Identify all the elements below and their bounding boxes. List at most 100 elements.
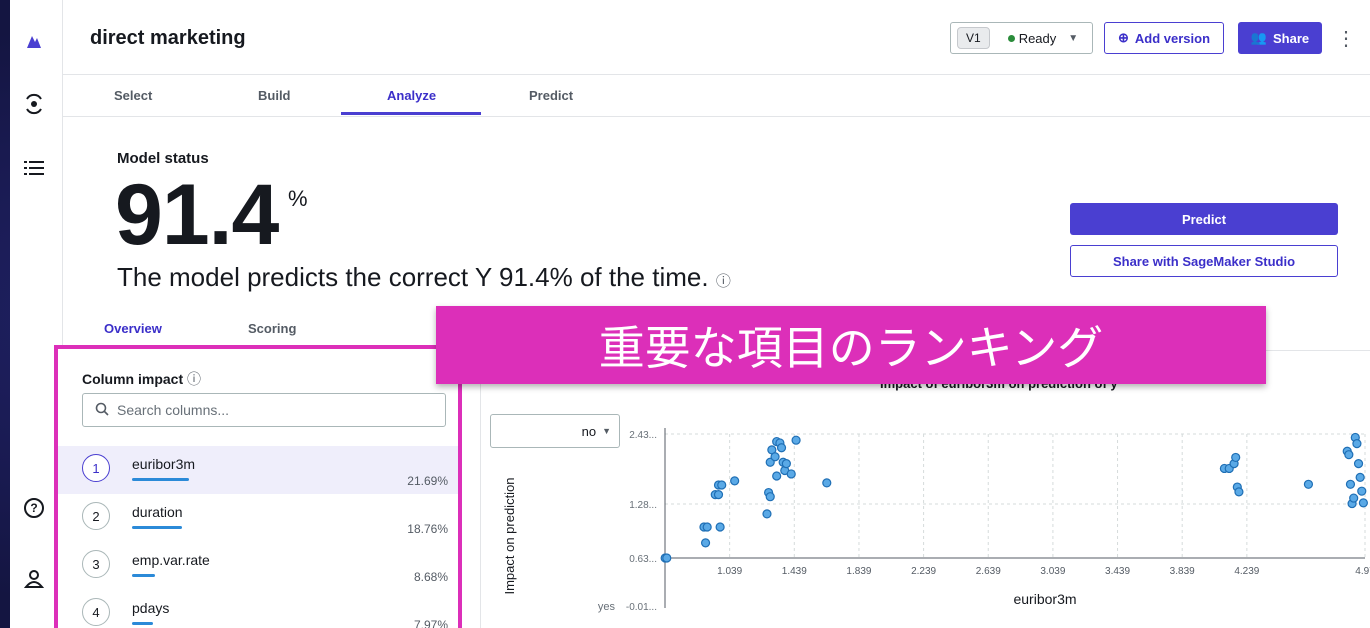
list-icon[interactable] xyxy=(20,154,48,182)
data-point xyxy=(1352,439,1362,449)
people-icon: 👥 xyxy=(1250,30,1268,45)
share-label: Share xyxy=(1273,30,1310,46)
data-point xyxy=(1353,459,1364,469)
data-point xyxy=(1303,479,1314,489)
impact-bar xyxy=(132,526,182,529)
y-axis-label: Impact on prediction xyxy=(502,477,517,594)
add-version-button[interactable]: ⊕ Add version xyxy=(1104,22,1224,54)
user-icon[interactable] xyxy=(20,565,48,593)
y-class-label: yes xyxy=(598,601,616,613)
plus-circle-icon: ⊕ xyxy=(1117,30,1129,45)
x-tick-label: 3.039 xyxy=(1040,566,1065,577)
impact-scatter-plot: 1.039 1.439 1.839 2.239 2.639 3.039 3.439 3.839… xyxy=(502,428,1370,613)
y-tick-label: 1.28... xyxy=(629,500,657,511)
impact-bar xyxy=(132,478,189,481)
search-placeholder: Search columns... xyxy=(117,402,230,418)
column-impact-panel: Column impact ⓘ Search columns... 1 eurib… xyxy=(54,345,462,628)
impact-bar xyxy=(132,574,155,577)
x-tick-label: 1.439 xyxy=(782,566,807,577)
x-tick-label: 4.239 xyxy=(1234,566,1259,577)
x-tick-label: 2.639 xyxy=(976,566,1001,577)
status-dot-icon xyxy=(1007,34,1015,42)
help-icon[interactable]: ? xyxy=(20,494,48,522)
impact-percent: 21.69% xyxy=(407,474,448,488)
x-tick-label: 4.97 xyxy=(1355,566,1370,577)
search-input[interactable]: Search columns... xyxy=(82,393,446,427)
tab-scoring[interactable]: Scoring xyxy=(248,321,296,336)
tab-overview[interactable]: Overview xyxy=(104,321,162,336)
x-tick-label: 2.239 xyxy=(911,566,936,577)
column-impact-row[interactable]: 1 euribor3m 21.69% xyxy=(58,446,458,494)
search-icon xyxy=(95,402,109,419)
svg-text:?: ? xyxy=(30,501,37,515)
data-point xyxy=(776,443,787,453)
x-tick-label: 3.839 xyxy=(1170,566,1195,577)
app-window: ? direct marketing V1 Ready ▼ ⊕ Add vers… xyxy=(10,0,1370,628)
x-tick-label: 1.839 xyxy=(846,566,871,577)
data-point xyxy=(770,452,780,462)
impact-percent: 7.97% xyxy=(413,618,448,628)
active-tab-indicator xyxy=(341,112,481,115)
accuracy-sentence-text: The model predicts the correct Y 91.4% o… xyxy=(117,262,709,292)
data-point xyxy=(786,469,796,479)
data-point xyxy=(700,538,711,548)
page-title: direct marketing xyxy=(90,27,246,49)
column-impact-title-text: Column impact xyxy=(82,371,184,387)
impact-percent: 18.76% xyxy=(407,522,448,536)
impact-percent: 8.68% xyxy=(413,570,448,584)
y-tick-label: 2.43... xyxy=(629,430,657,441)
share-button[interactable]: 👥 Share xyxy=(1238,22,1322,54)
rank-badge: 2 xyxy=(82,502,110,530)
version-pill: V1 xyxy=(957,27,990,49)
predict-button[interactable]: Predict xyxy=(1070,203,1338,235)
data-point xyxy=(765,492,775,502)
info-icon[interactable]: ⓘ xyxy=(187,371,201,387)
data-point xyxy=(715,522,725,532)
status-text: Ready xyxy=(1018,30,1057,46)
data-point xyxy=(717,480,727,490)
share-studio-button[interactable]: Share with SageMaker Studio xyxy=(1070,245,1338,277)
x-tick-label: 1.039 xyxy=(717,566,742,577)
x-tick-label: 3.439 xyxy=(1105,566,1130,577)
data-point xyxy=(1357,486,1367,496)
data-point xyxy=(822,478,832,488)
tab-select[interactable]: Select xyxy=(114,88,152,103)
impact-bar xyxy=(132,622,153,625)
info-icon[interactable]: ⓘ xyxy=(716,273,731,290)
data-point xyxy=(781,459,791,469)
x-axis-label: euribor3m xyxy=(1013,591,1076,607)
y-tick-label: -0.01... xyxy=(626,602,657,613)
models-icon[interactable] xyxy=(20,90,48,118)
rank-badge: 3 xyxy=(82,550,110,578)
data-point xyxy=(662,553,672,563)
column-name: emp.var.rate xyxy=(132,552,210,568)
data-point xyxy=(791,435,801,445)
data-point xyxy=(1234,487,1244,497)
chevron-down-icon: ▼ xyxy=(1068,32,1079,44)
column-name: euribor3m xyxy=(132,456,196,472)
more-options-icon[interactable]: ⋮ xyxy=(1336,26,1356,51)
data-point xyxy=(1358,498,1368,508)
annotation-callout: 重要な項目のランキング xyxy=(436,306,1266,384)
column-name: pdays xyxy=(132,600,170,616)
data-point xyxy=(702,522,712,532)
tab-build[interactable]: Build xyxy=(258,88,291,103)
top-header: direct marketing V1 Ready ▼ ⊕ Add versio… xyxy=(62,0,1370,75)
column-impact-row[interactable]: 3 emp.var.rate 8.68% xyxy=(58,542,458,590)
column-name: duration xyxy=(132,504,183,520)
data-point xyxy=(713,490,724,500)
model-status-label: Model status xyxy=(117,150,209,167)
column-impact-title: Column impact ⓘ xyxy=(82,369,201,389)
rank-badge: 1 xyxy=(82,454,110,482)
accuracy-sentence: The model predicts the correct Y 91.4% o… xyxy=(117,262,731,293)
version-dropdown[interactable]: V1 Ready ▼ xyxy=(950,22,1093,54)
data-point xyxy=(1231,452,1241,463)
y-tick-label: 0.63... xyxy=(629,554,657,565)
column-impact-row[interactable]: 4 pdays 7.97% xyxy=(58,590,458,628)
accuracy-unit: % xyxy=(288,186,308,211)
data-point xyxy=(762,509,772,519)
tab-predict[interactable]: Predict xyxy=(529,88,573,103)
column-impact-row[interactable]: 2 duration 18.76% xyxy=(58,494,458,542)
app-logo-icon[interactable] xyxy=(20,28,48,56)
tab-analyze[interactable]: Analyze xyxy=(387,88,436,103)
